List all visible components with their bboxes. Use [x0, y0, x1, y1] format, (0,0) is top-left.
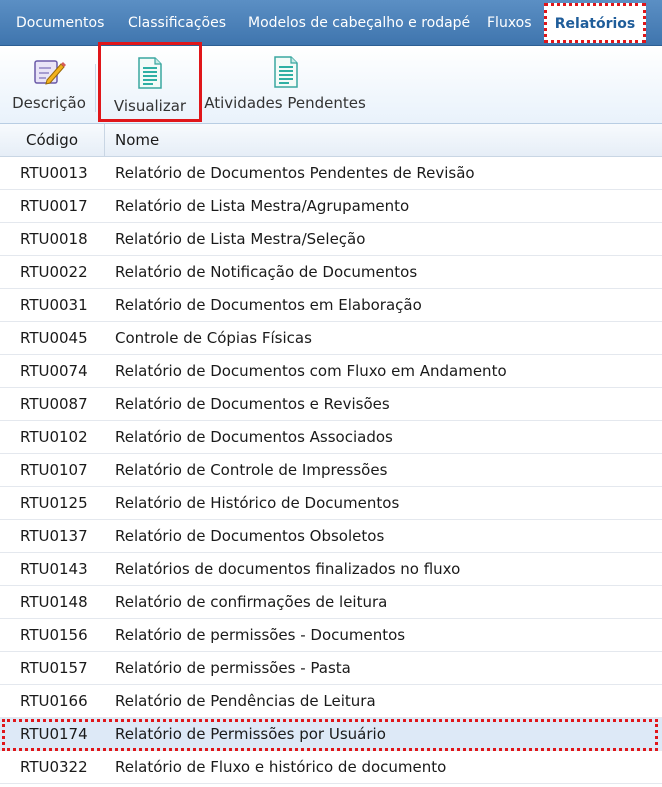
table-row[interactable]: RTU0102 Relatório de Documentos Associado…: [0, 421, 662, 454]
table-row[interactable]: RTU0074 Relatório de Documentos com Fluxo…: [0, 355, 662, 388]
cell-codigo: RTU0157: [20, 659, 88, 677]
cell-codigo: RTU0018: [20, 230, 88, 248]
table-row[interactable]: RTU0125 Relatório de Histórico de Documen…: [0, 487, 662, 520]
cell-nome: Relatório de Controle de Impressões: [115, 461, 388, 479]
table-row[interactable]: RTU0156 Relatório de permissões - Documen…: [0, 619, 662, 652]
main-tabbar: Documentos Classificações Modelos de cab…: [0, 0, 662, 46]
table-row[interactable]: RTU0013 Relatório de Documentos Pendentes…: [0, 157, 662, 190]
cell-nome: Relatórios de documentos finalizados no …: [115, 560, 461, 578]
cell-nome: Relatório de Histórico de Documentos: [115, 494, 400, 512]
cell-codigo: RTU0013: [20, 164, 88, 182]
tab-modelos-cabecalho-rodape[interactable]: Modelos de cabeçalho e rodapé: [248, 0, 470, 46]
cell-codigo: RTU0087: [20, 395, 88, 413]
tab-fluxos[interactable]: Fluxos: [487, 0, 532, 46]
cell-codigo: RTU0125: [20, 494, 88, 512]
cell-codigo: RTU0166: [20, 692, 88, 710]
cell-codigo: RTU0045: [20, 329, 88, 347]
cell-nome: Relatório de Pendências de Leitura: [115, 692, 376, 710]
atividades-pendentes-label: Atividades Pendentes: [204, 94, 366, 112]
table-row[interactable]: RTU0045 Controle de Cópias Físicas: [0, 322, 662, 355]
cell-nome: Relatório de Documentos Associados: [115, 428, 393, 446]
toolbar: Descrição Visualizar Atividades Pendente…: [0, 42, 662, 124]
descricao-label: Descrição: [12, 94, 86, 112]
table-row[interactable]: RTU0107 Relatório de Controle de Impressõ…: [0, 454, 662, 487]
column-header-nome[interactable]: Nome: [115, 124, 159, 157]
table-row[interactable]: RTU0017 Relatório de Lista Mestra/Agrupam…: [0, 190, 662, 223]
descricao-button[interactable]: Descrição: [6, 46, 92, 124]
table-row[interactable]: RTU0166 Relatório de Pendências de Leitur…: [0, 685, 662, 718]
cell-nome: Relatório de Documentos e Revisões: [115, 395, 390, 413]
cell-nome: Relatório de Lista Mestra/Agrupamento: [115, 197, 410, 215]
cell-codigo: RTU0148: [20, 593, 88, 611]
visualizar-button[interactable]: Visualizar: [98, 42, 202, 122]
grid-body: RTU0013 Relatório de Documentos Pendentes…: [0, 157, 662, 784]
toolbar-separator: [95, 64, 96, 112]
visualizar-label: Visualizar: [113, 97, 187, 115]
cell-codigo: RTU0074: [20, 362, 88, 380]
cell-nome: Controle de Cópias Físicas: [115, 329, 312, 347]
edit-pencil-icon: [32, 56, 66, 88]
cell-codigo: RTU0107: [20, 461, 88, 479]
cell-nome: Relatório de permissões - Pasta: [115, 659, 351, 677]
tab-relatorios[interactable]: Relatórios: [544, 3, 646, 43]
cell-nome: Relatório de permissões - Documentos: [115, 626, 406, 644]
cell-codigo: RTU0143: [20, 560, 88, 578]
tab-documentos[interactable]: Documentos: [16, 0, 104, 46]
cell-nome: Relatório de Documentos em Elaboração: [115, 296, 422, 314]
cell-nome: Relatório de Documentos Pendentes de Rev…: [115, 164, 475, 182]
cell-nome: Relatório de confirmações de leitura: [115, 593, 388, 611]
cell-codigo: RTU0156: [20, 626, 88, 644]
table-row[interactable]: RTU0322 Relatório de Fluxo e histórico de…: [0, 751, 662, 784]
cell-codigo: RTU0017: [20, 197, 88, 215]
table-row[interactable]: RTU0174 Relatório de Permissões por Usuár…: [0, 718, 662, 751]
cell-codigo: RTU0174: [20, 725, 88, 743]
table-row[interactable]: RTU0148 Relatório de confirmações de leit…: [0, 586, 662, 619]
table-row[interactable]: RTU0022 Relatório de Notificação de Docum…: [0, 256, 662, 289]
cell-nome: Relatório de Notificação de Documentos: [115, 263, 418, 281]
cell-codigo: RTU0022: [20, 263, 88, 281]
table-row[interactable]: RTU0018 Relatório de Lista Mestra/Seleção: [0, 223, 662, 256]
cell-codigo: RTU0322: [20, 758, 88, 776]
cell-codigo: RTU0102: [20, 428, 88, 446]
table-row[interactable]: RTU0031 Relatório de Documentos em Elabor…: [0, 289, 662, 322]
document-icon: [133, 57, 167, 89]
table-row[interactable]: RTU0143 Relatórios de documentos finaliza…: [0, 553, 662, 586]
reports-grid: Código Nome RTU0013 Relatório de Document…: [0, 124, 662, 784]
cell-nome: Relatório de Documentos com Fluxo em And…: [115, 362, 507, 380]
cell-codigo: RTU0031: [20, 296, 88, 314]
cell-nome: Relatório de Permissões por Usuário: [115, 725, 386, 743]
document-icon: [269, 56, 303, 88]
atividades-pendentes-button[interactable]: Atividades Pendentes: [204, 46, 366, 124]
tab-classificacoes[interactable]: Classificações: [128, 0, 226, 46]
cell-nome: Relatório de Lista Mestra/Seleção: [115, 230, 366, 248]
table-row[interactable]: RTU0087 Relatório de Documentos e Revisõe…: [0, 388, 662, 421]
cell-nome: Relatório de Documentos Obsoletos: [115, 527, 385, 545]
cell-codigo: RTU0137: [20, 527, 88, 545]
table-row[interactable]: RTU0157 Relatório de permissões - Pasta: [0, 652, 662, 685]
grid-header: Código Nome: [0, 124, 662, 157]
table-row[interactable]: RTU0137 Relatório de Documentos Obsoletos: [0, 520, 662, 553]
column-header-codigo[interactable]: Código: [0, 124, 105, 157]
cell-nome: Relatório de Fluxo e histórico de docume…: [115, 758, 447, 776]
